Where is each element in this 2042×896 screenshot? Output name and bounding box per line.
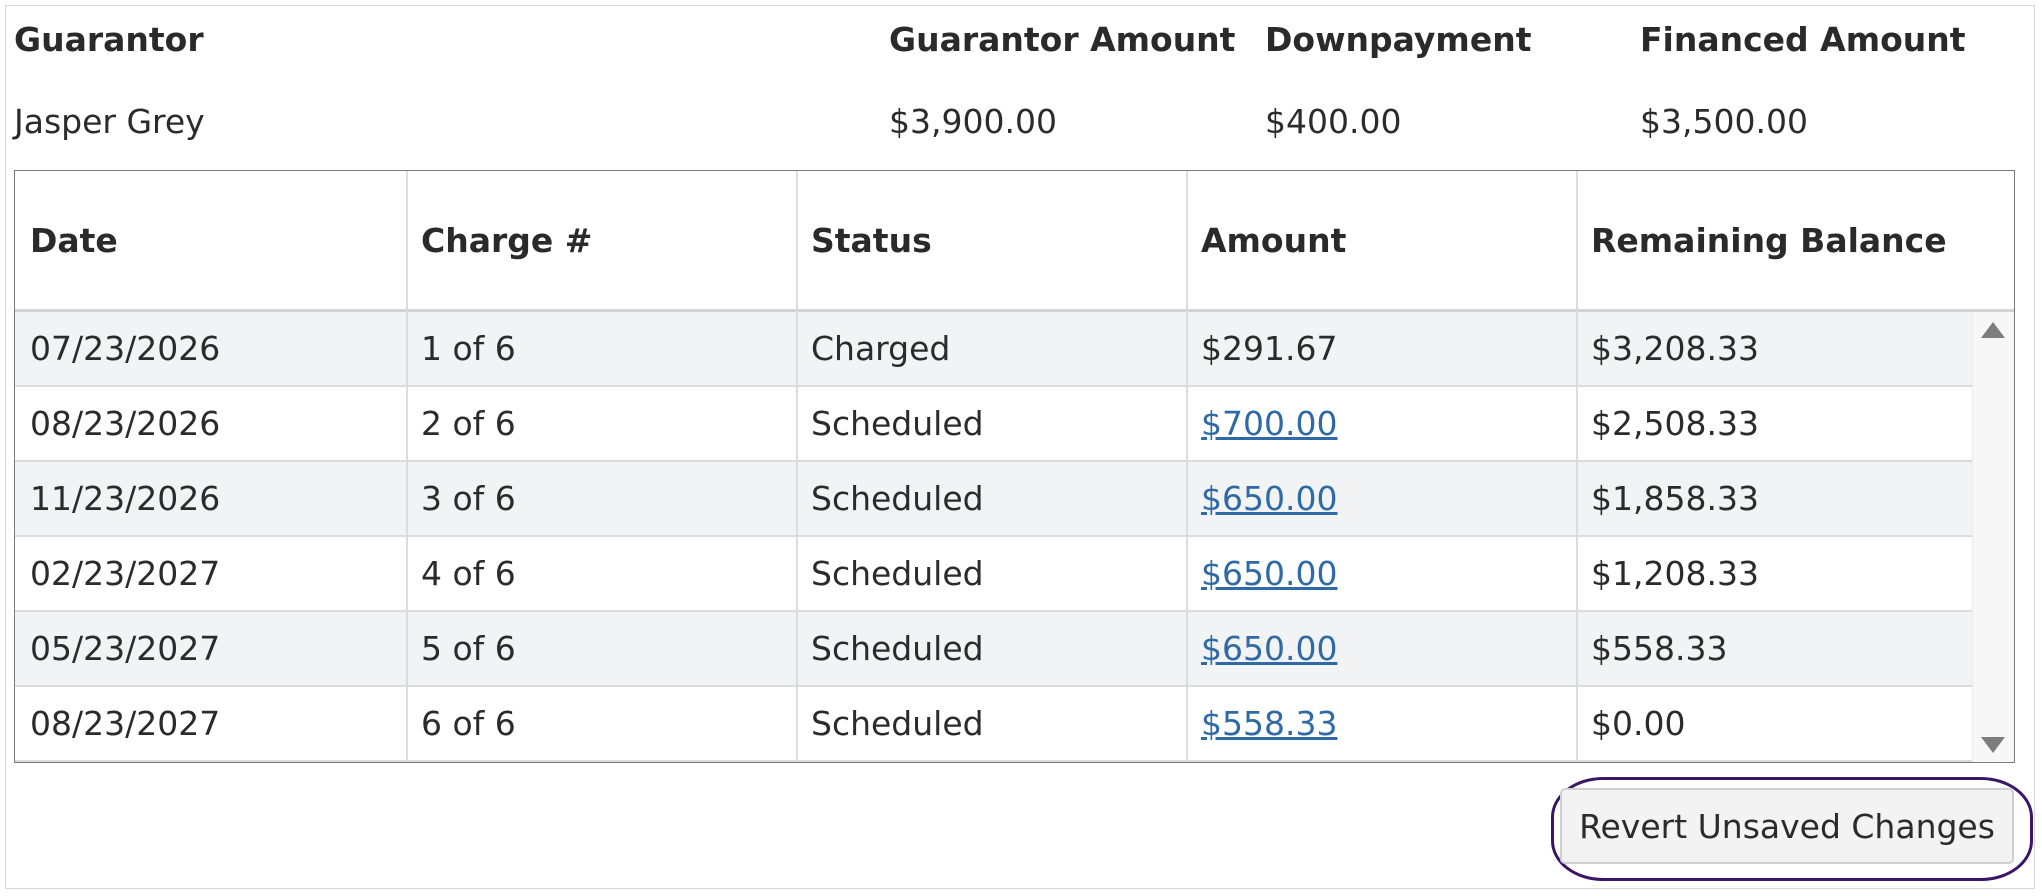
amount-edit-link[interactable]: $558.33 [1201,704,1337,743]
scroll-down-arrow-icon[interactable] [1981,737,2005,753]
column-divider [1576,171,1578,762]
downpayment-value: $400.00 [1265,102,1402,141]
amount-edit-link[interactable]: $650.00 [1201,479,1337,518]
column-header-amount: Amount [1201,220,1347,260]
table-header-row: Date Charge # Status Amount Remaining Ba… [15,171,2014,312]
financed-amount-value: $3,500.00 [1640,102,1808,141]
table-row: 08/23/2026 2 of 6 Scheduled $700.00 $2,508.3… [15,387,1972,462]
cell-remaining-balance: $0.00 [1591,704,1686,743]
column-header-remaining-balance: Remaining Balance [1591,220,1947,260]
cell-amount: $650.00 [1186,537,1576,610]
amount-edit-link[interactable]: $650.00 [1201,554,1337,593]
cell-status: Scheduled [811,554,984,593]
cell-date: 05/23/2027 [30,629,221,668]
cell-charge-number: 1 of 6 [421,329,516,368]
amount-edit-link[interactable]: $650.00 [1201,629,1337,668]
cell-charge-number: 5 of 6 [421,629,516,668]
cell-remaining-balance: $1,858.33 [1591,479,1759,518]
table-row: 05/23/2027 5 of 6 Scheduled $650.00 $558.33 [15,612,1972,687]
cell-charge-number: 6 of 6 [421,704,516,743]
column-header-date: Date [30,220,118,260]
payment-schedule-table: Date Charge # Status Amount Remaining Ba… [14,170,2015,763]
revert-unsaved-changes-button[interactable]: Revert Unsaved Changes [1560,788,2014,864]
guarantor-header: Guarantor [14,20,204,59]
table-row: 02/23/2027 4 of 6 Scheduled $650.00 $1,208.3… [15,537,1972,612]
column-divider [796,171,798,762]
cell-amount: $700.00 [1186,387,1576,460]
guarantor-amount-value: $3,900.00 [889,102,1057,141]
amount-edit-link[interactable]: $700.00 [1201,404,1337,443]
table-row: 08/23/2027 6 of 6 Scheduled $558.33 $0.00 [15,687,1972,762]
table-row: 11/23/2026 3 of 6 Scheduled $650.00 $1,858.3… [15,462,1972,537]
cell-status: Charged [811,329,951,368]
cell-remaining-balance: $558.33 [1591,629,1728,668]
cell-remaining-balance: $1,208.33 [1591,554,1759,593]
cell-remaining-balance: $2,508.33 [1591,404,1759,443]
cell-date: 02/23/2027 [30,554,221,593]
table-body: 07/23/2026 1 of 6 Charged $291.67 $3,208.33 0… [15,312,1972,762]
cell-charge-number: 2 of 6 [421,404,516,443]
column-header-status: Status [811,220,932,260]
financed-amount-header: Financed Amount [1640,20,1966,59]
cell-amount: $650.00 [1186,462,1576,535]
cell-charge-number: 4 of 6 [421,554,516,593]
column-divider [406,171,408,762]
downpayment-header: Downpayment [1265,20,1532,59]
cell-remaining-balance: $3,208.33 [1591,329,1759,368]
guarantor-amount-header: Guarantor Amount [889,20,1236,59]
cell-date: 08/23/2026 [30,404,221,443]
cell-status: Scheduled [811,704,984,743]
cell-date: 11/23/2026 [30,479,221,518]
cell-status: Scheduled [811,404,984,443]
table-scrollbar[interactable] [1972,312,2014,762]
cell-amount: $558.33 [1186,687,1576,760]
cell-status: Scheduled [811,629,984,668]
cell-status: Scheduled [811,479,984,518]
column-header-charge-number: Charge # [421,220,593,260]
cell-date: 07/23/2026 [30,329,221,368]
table-row: 07/23/2026 1 of 6 Charged $291.67 $3,208.33 [15,312,1972,387]
cell-amount: $291.67 [1201,329,1338,368]
cell-date: 08/23/2027 [30,704,221,743]
column-divider [1186,171,1188,762]
scroll-up-arrow-icon[interactable] [1981,322,2005,338]
cell-amount: $650.00 [1186,612,1576,685]
cell-charge-number: 3 of 6 [421,479,516,518]
guarantor-name: Jasper Grey [14,102,205,141]
